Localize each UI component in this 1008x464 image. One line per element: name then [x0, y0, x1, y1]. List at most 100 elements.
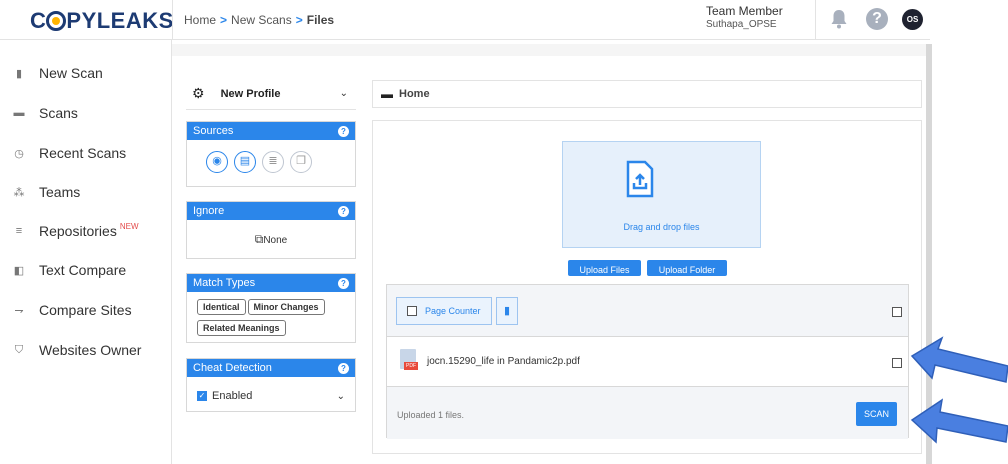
- ignore-panel: Ignore? ⧉None: [186, 201, 356, 259]
- header-divider: [815, 0, 816, 40]
- help-icon[interactable]: ?: [338, 205, 349, 217]
- profile-label: New Profile: [220, 87, 281, 100]
- bell-icon[interactable]: [830, 9, 848, 29]
- annotation-arrow-icon: [910, 398, 1008, 444]
- sidebar-item-compare-sites[interactable]: ⇁ Compare Sites: [12, 299, 132, 321]
- copyleaks-logo[interactable]: C PYLEAKS: [30, 8, 174, 34]
- documents-icon[interactable]: ❐: [290, 151, 312, 173]
- logo-text: PYLEAKS: [66, 8, 174, 33]
- sidebar-item-label: Repositories: [39, 223, 117, 239]
- drop-zone[interactable]: Drag and drop files: [562, 141, 761, 248]
- upload-files-button[interactable]: Upload Files: [568, 260, 641, 276]
- breadcrumb-home[interactable]: Home: [184, 13, 216, 27]
- upload-file-icon: [626, 160, 654, 198]
- breadcrumb: Home > New Scans > Files: [184, 13, 334, 27]
- sidebar-item-label: Compare Sites: [39, 302, 132, 318]
- select-all-checkbox[interactable]: [892, 307, 902, 317]
- match-types-header: Match Types?: [187, 274, 355, 292]
- breadcrumb-new-scans[interactable]: New Scans: [231, 13, 292, 27]
- trash-icon[interactable]: ▮: [496, 297, 518, 325]
- file-plus-icon: ▮: [15, 67, 23, 80]
- sidebar-item-teams[interactable]: ⁂ Teams: [12, 181, 81, 203]
- help-icon[interactable]: ?: [338, 125, 349, 137]
- sidebar-item-new-scan[interactable]: ▮ New Scan: [12, 62, 103, 84]
- content-top-band: [172, 44, 926, 56]
- sidebar-item-scans[interactable]: ▬ Scans: [12, 102, 78, 124]
- sidebar-item-recent-scans[interactable]: ◷ Recent Scans: [12, 142, 126, 164]
- annotation-arrow-icon: [910, 336, 1008, 383]
- page-counter-checkbox[interactable]: [407, 306, 417, 316]
- sources-title: Sources: [193, 125, 234, 137]
- help-icon[interactable]: ?: [338, 277, 349, 289]
- drop-zone-text: Drag and drop files: [623, 222, 700, 232]
- history-icon: ◷: [14, 147, 24, 160]
- file-list-footer: Uploaded 1 files. SCAN: [387, 387, 908, 439]
- cheat-detection-title: Cheat Detection: [193, 362, 272, 374]
- checkbox-checked-icon[interactable]: ✓: [197, 391, 207, 401]
- user-name: Suthapa_OPSE: [706, 19, 777, 30]
- pdf-file-icon: [400, 349, 418, 370]
- file-row[interactable]: jocn.15290_life in Pandamic2p.pdf: [387, 337, 908, 387]
- upload-status: Uploaded 1 files.: [397, 410, 465, 420]
- sidebar-item-label: Text Compare: [39, 262, 127, 278]
- file-checkbox[interactable]: [892, 358, 902, 368]
- folder-path[interactable]: Home: [399, 88, 430, 100]
- sidebar-item-label: Recent Scans: [39, 145, 127, 161]
- upload-folder-button[interactable]: Upload Folder: [647, 260, 727, 276]
- database-icon[interactable]: ▤: [234, 151, 256, 173]
- sources-header: Sources?: [187, 122, 355, 140]
- help-icon[interactable]: ?: [338, 362, 349, 374]
- logo-letter: C: [30, 8, 47, 33]
- cheat-detection-select[interactable]: ✓ Enabled ⌄: [187, 377, 355, 402]
- match-types-title: Match Types: [193, 277, 256, 289]
- page-counter-button[interactable]: Page Counter: [396, 297, 492, 325]
- ignore-option[interactable]: ⧉None: [187, 220, 355, 247]
- match-tag-related-meanings[interactable]: Related Meanings: [197, 320, 286, 336]
- user-info[interactable]: Team Member Suthapa_OPSE: [706, 4, 783, 32]
- match-tag-identical[interactable]: Identical: [197, 299, 246, 315]
- sources-options: ◉ ▤ ≣ ❐: [187, 140, 355, 173]
- breadcrumb-separator: >: [295, 13, 303, 27]
- header-divider: [172, 0, 173, 40]
- user-role: Team Member: [706, 4, 783, 18]
- cheat-detection-header: Cheat Detection?: [187, 359, 355, 377]
- file-list-toolbar: Page Counter ▮: [387, 285, 908, 337]
- list-icon: ≡: [15, 225, 23, 237]
- avatar[interactable]: OS: [902, 9, 923, 30]
- folder-icon: ▬: [13, 107, 25, 119]
- sidebar-item-label: Teams: [39, 184, 81, 200]
- sidebar-item-text-compare[interactable]: ◧ Text Compare: [12, 259, 126, 281]
- page-counter-label: Page Counter: [425, 306, 481, 316]
- gear-icon[interactable]: ⚙: [192, 85, 205, 102]
- breadcrumb-separator: >: [220, 13, 228, 27]
- chevron-down-icon: ⌄: [336, 390, 345, 402]
- globe-icon[interactable]: ◉: [206, 151, 228, 173]
- ignore-header: Ignore?: [187, 202, 355, 220]
- ignore-title: Ignore: [193, 205, 225, 217]
- match-types-tags: Identical Minor Changes Related Meanings: [187, 292, 355, 339]
- cheat-detection-value: Enabled: [212, 390, 253, 402]
- match-tag-minor-changes[interactable]: Minor Changes: [247, 299, 325, 315]
- team-icon: ⁂: [13, 186, 25, 199]
- sidebar-item-websites-owner[interactable]: ⛉ Websites Owner: [12, 339, 142, 361]
- folder-path-bar: ▬ Home: [372, 80, 922, 108]
- help-icon[interactable]: ?: [866, 8, 888, 30]
- compare-icon: ◧: [13, 264, 25, 277]
- folder-icon: ▬: [381, 87, 393, 101]
- file-name: jocn.15290_life in Pandamic2p.pdf: [427, 356, 580, 367]
- match-types-panel: Match Types? Identical Minor Changes Relat…: [186, 273, 356, 343]
- sidebar-item-repositories[interactable]: ≡ Repositories NEW: [12, 220, 139, 242]
- repository-icon[interactable]: ≣: [262, 151, 284, 173]
- new-badge: NEW: [119, 221, 139, 231]
- sites-icon: ⇁: [14, 304, 24, 317]
- sidebar-item-label: Scans: [39, 105, 78, 121]
- scan-button[interactable]: SCAN: [856, 402, 897, 426]
- sidebar-item-label: New Scan: [39, 65, 103, 81]
- shield-icon: ⛉: [14, 343, 24, 356]
- uploaded-files-panel: Page Counter ▮ jocn.15290_life in Pandam…: [386, 284, 909, 439]
- cheat-detection-panel: Cheat Detection? ✓ Enabled ⌄: [186, 358, 356, 412]
- chevron-down-icon: ⌄: [339, 88, 348, 99]
- ignore-value: None: [263, 235, 288, 246]
- logo-o-icon: [46, 11, 67, 31]
- profile-select[interactable]: ⚙ New Profile ⌄: [186, 78, 356, 110]
